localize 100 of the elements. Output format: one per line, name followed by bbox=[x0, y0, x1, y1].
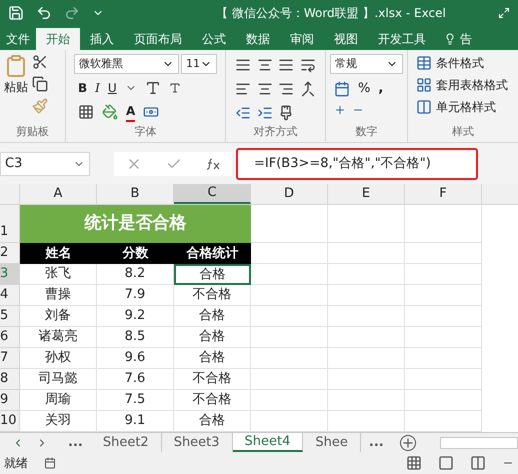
lightbulb-icon bbox=[444, 33, 456, 45]
ribbon-tab[interactable]: 数据 bbox=[236, 28, 280, 50]
italic-button[interactable]: I bbox=[95, 79, 100, 97]
grow-font-icon[interactable] bbox=[144, 80, 161, 96]
normal-view-icon[interactable] bbox=[406, 455, 422, 471]
border-icon[interactable] bbox=[78, 104, 94, 120]
paste-button[interactable]: 粘贴 bbox=[4, 54, 28, 124]
header-cell: 合格统计 bbox=[174, 243, 251, 264]
more-sheets-button[interactable]: ... bbox=[60, 433, 91, 452]
row-header[interactable]: 7 bbox=[0, 348, 20, 369]
align-left-icon[interactable] bbox=[235, 80, 252, 97]
table-cell: 不合格 bbox=[174, 369, 251, 390]
add-sheet-icon[interactable] bbox=[400, 434, 416, 450]
column-header[interactable]: F bbox=[405, 184, 482, 204]
ribbon-tab[interactable]: 审阅 bbox=[280, 28, 324, 50]
row-header[interactable]: 9 bbox=[0, 390, 20, 411]
active-cell[interactable]: 合格 bbox=[174, 264, 251, 285]
table-cell: 诸葛亮 bbox=[20, 327, 97, 348]
table-cell: 7.5 bbox=[97, 390, 174, 411]
style-icon bbox=[416, 77, 432, 93]
group-label: 数字 bbox=[354, 124, 378, 140]
more-sheets-button[interactable]: ... bbox=[360, 433, 392, 452]
font-size-field[interactable]: 11 bbox=[181, 54, 217, 74]
fill-color-icon[interactable] bbox=[102, 104, 118, 120]
increase-indent-icon[interactable] bbox=[256, 104, 273, 121]
underline-button[interactable]: U bbox=[108, 79, 117, 97]
row-header[interactable]: 1 bbox=[0, 205, 20, 243]
style-button[interactable]: 套用表格格式 bbox=[416, 76, 510, 94]
file-tab[interactable]: 文件 bbox=[0, 28, 36, 50]
redo-icon[interactable] bbox=[64, 5, 80, 21]
ribbon-tab[interactable]: 插入 bbox=[80, 28, 124, 50]
group-label: 样式 bbox=[451, 124, 475, 140]
style-button[interactable]: 条件格式 bbox=[416, 54, 510, 72]
font-name-field[interactable]: 微软雅黑 bbox=[74, 54, 179, 74]
title-cell: 统计是否合格 bbox=[20, 205, 251, 243]
row-header[interactable]: 6 bbox=[0, 327, 20, 348]
column-header[interactable]: D bbox=[251, 184, 328, 204]
status-text: 就绪 bbox=[4, 455, 28, 472]
page-layout-icon[interactable] bbox=[438, 455, 454, 471]
ribbon-display-icon[interactable] bbox=[498, 7, 510, 19]
horizontal-scrollbar[interactable] bbox=[440, 436, 518, 448]
wrap-text-icon[interactable] bbox=[300, 56, 316, 73]
ribbon-tab[interactable]: 页面布局 bbox=[124, 28, 192, 50]
table-cell: 孙权 bbox=[20, 348, 97, 369]
table-cell: 合格 bbox=[174, 327, 251, 348]
column-header[interactable]: A bbox=[20, 184, 97, 204]
style-button[interactable]: 单元格样式 bbox=[416, 98, 510, 116]
font-color-button[interactable]: A bbox=[126, 102, 136, 122]
increase-decimal-icon[interactable] bbox=[334, 104, 346, 116]
ribbon-tab[interactable]: 开始 bbox=[36, 28, 80, 50]
bold-button[interactable]: B bbox=[78, 79, 88, 97]
table-cell: 周瑜 bbox=[20, 390, 97, 411]
table-cell: 9.6 bbox=[97, 348, 174, 369]
middle-align-icon[interactable] bbox=[256, 56, 273, 73]
table-cell: 刘备 bbox=[20, 306, 97, 327]
undo-icon[interactable] bbox=[36, 5, 52, 21]
table-cell: 9.2 bbox=[97, 306, 174, 327]
page-break-icon[interactable] bbox=[470, 455, 486, 471]
percent-button[interactable]: % bbox=[358, 79, 370, 98]
tell-me-tab[interactable]: 告 bbox=[436, 28, 480, 50]
table-cell: 合格 bbox=[174, 348, 251, 369]
table-cell: 合格 bbox=[174, 306, 251, 327]
table-cell: 7.6 bbox=[97, 369, 174, 390]
comma-button[interactable]: , bbox=[378, 79, 384, 98]
table-cell: 不合格 bbox=[174, 285, 251, 306]
sheet-tab[interactable]: Sheet4 bbox=[232, 433, 304, 452]
row-header[interactable]: 5 bbox=[0, 306, 20, 327]
align-right-icon[interactable] bbox=[278, 80, 294, 97]
row-header[interactable]: 8 bbox=[0, 369, 20, 390]
row-header[interactable]: 2 bbox=[0, 243, 20, 264]
name-box[interactable]: C3 bbox=[0, 152, 90, 176]
cut-icon[interactable] bbox=[32, 54, 48, 70]
table-cell: 8.5 bbox=[97, 327, 174, 348]
row-header[interactable]: 10 bbox=[0, 411, 20, 432]
ribbon-tab[interactable]: 视图 bbox=[324, 28, 368, 50]
table-cell: 8.2 bbox=[97, 264, 174, 285]
table-cell: 司马懿 bbox=[20, 369, 97, 390]
row-header[interactable]: 4 bbox=[0, 285, 20, 306]
number-format-field[interactable]: 常规 bbox=[330, 54, 403, 74]
style-icon bbox=[416, 99, 432, 115]
table-cell: 张飞 bbox=[20, 264, 97, 285]
table-cell: 曹操 bbox=[20, 285, 97, 306]
decrease-indent-icon[interactable] bbox=[235, 104, 252, 121]
clipboard-icon bbox=[4, 54, 28, 78]
save-icon[interactable] bbox=[8, 5, 24, 21]
bottom-align-icon[interactable] bbox=[278, 56, 294, 73]
formula-field[interactable]: =IF(B3>=8,"合格","不合格") bbox=[236, 148, 478, 180]
ribbon-tab[interactable]: 公式 bbox=[192, 28, 236, 50]
column-header[interactable]: C bbox=[174, 184, 251, 204]
copy-icon[interactable] bbox=[32, 76, 48, 92]
align-center-icon[interactable] bbox=[256, 80, 273, 97]
column-header[interactable]: E bbox=[328, 184, 405, 204]
function-icon[interactable] bbox=[206, 158, 220, 170]
group-label: 对齐方式 bbox=[252, 124, 298, 140]
shrink-font-icon[interactable] bbox=[168, 82, 181, 94]
header-cell: 分数 bbox=[97, 243, 174, 264]
top-align-icon[interactable] bbox=[235, 56, 252, 73]
row-header[interactable]: 3 bbox=[0, 264, 20, 285]
ribbon-tab[interactable]: 开发工具 bbox=[368, 28, 436, 50]
window-title: 【 微信公众号：Word联盟 】.xlsx - Excel bbox=[216, 5, 446, 22]
